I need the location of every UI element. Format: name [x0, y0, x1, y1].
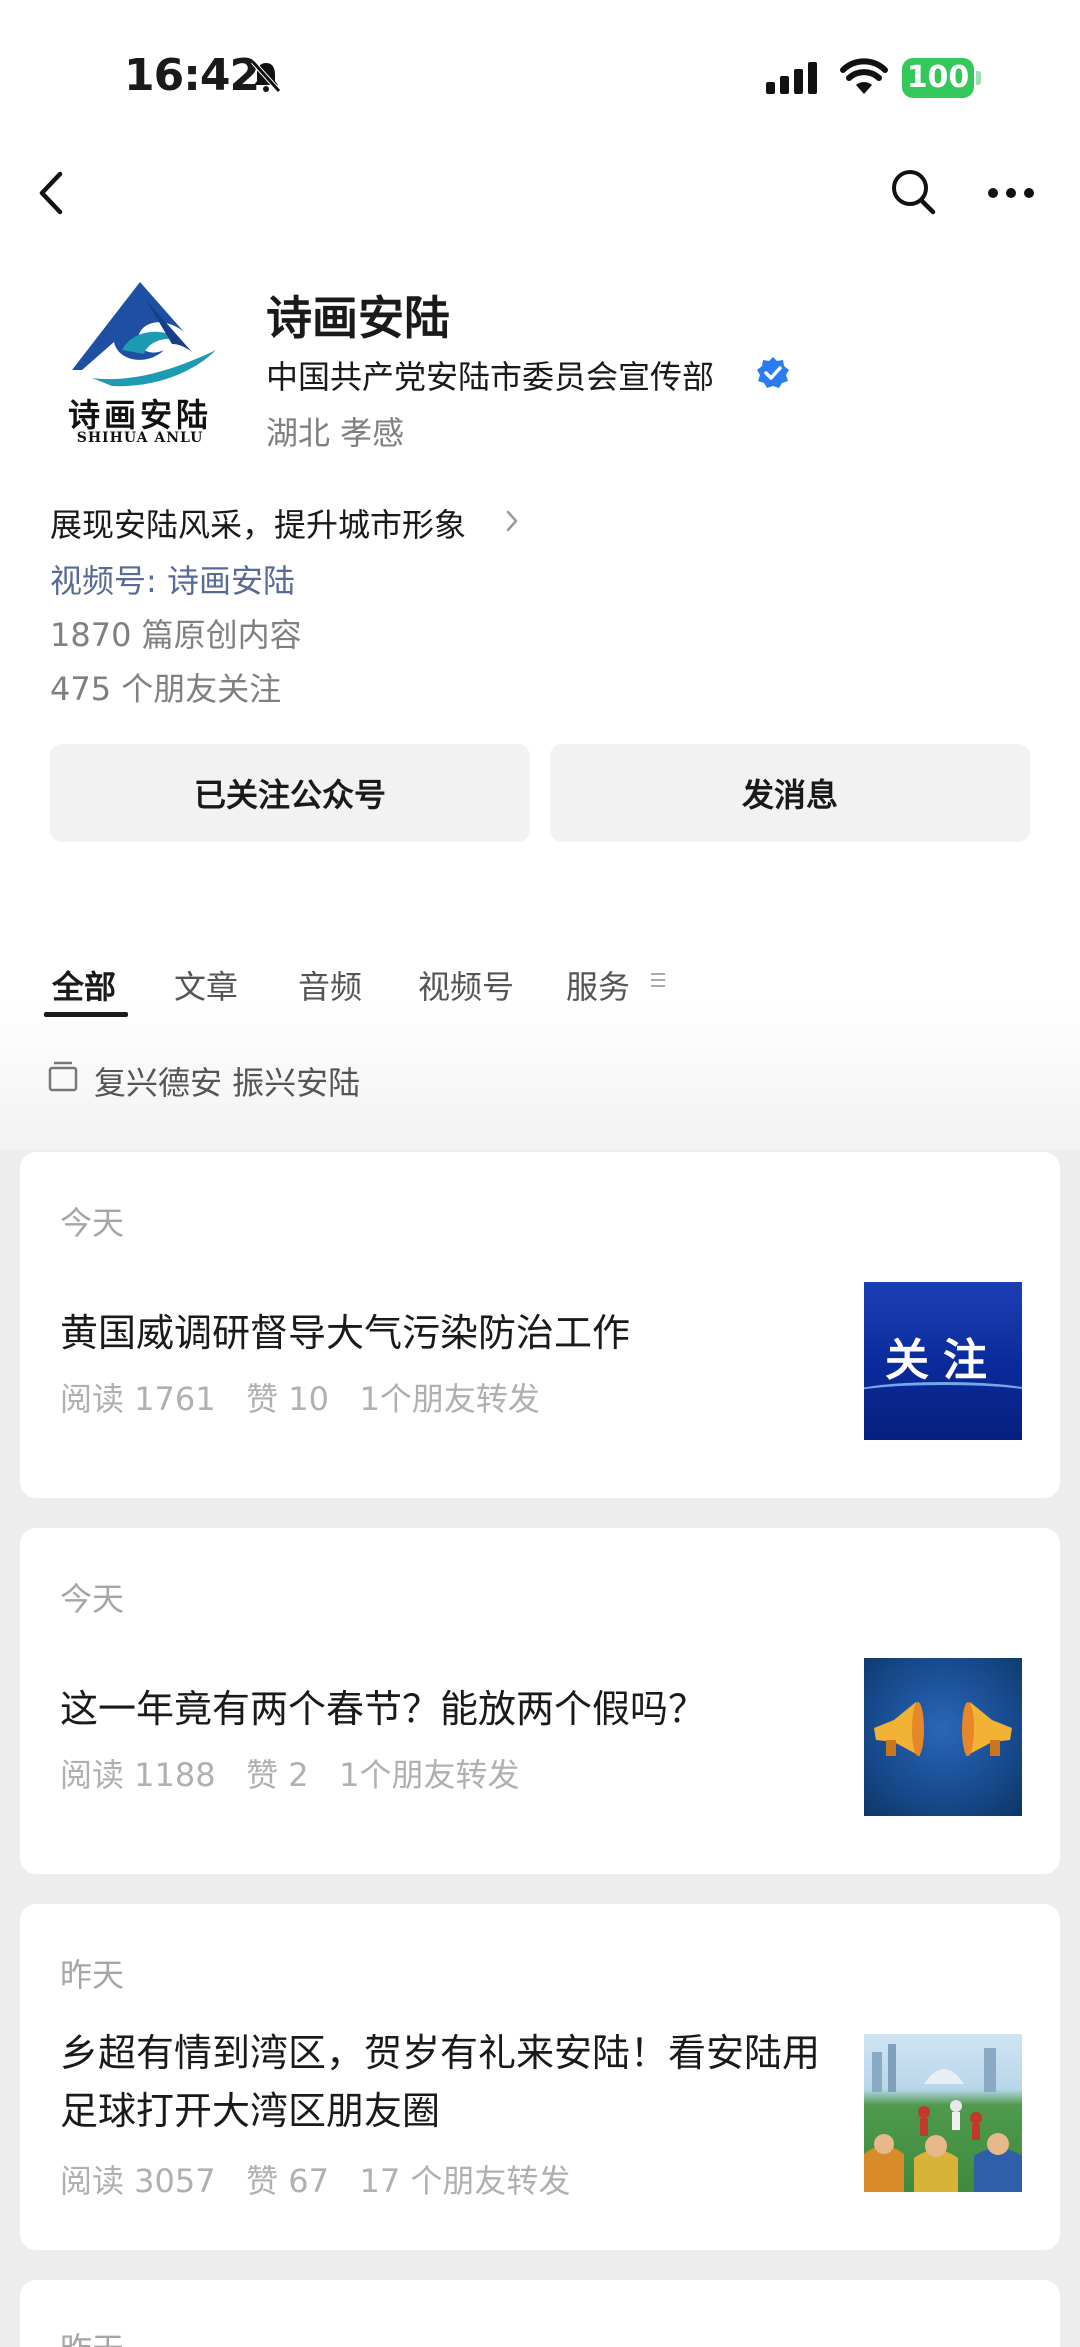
friends-following-count[interactable]: 475 个朋友关注 [50, 664, 281, 710]
tab-video-channel[interactable]: 视频号 [418, 962, 514, 1008]
thumbnail-text: 关注 [885, 1335, 1001, 1386]
article-meta: 阅读 3057 赞 67 17 个朋友转发 [60, 2162, 571, 2200]
tab-all[interactable]: 全部 [52, 962, 116, 1008]
chevron-left-icon[interactable] [30, 166, 74, 220]
active-tab-indicator [44, 1012, 128, 1017]
article-thumbnail[interactable]: 关注 [864, 1282, 1022, 1440]
article-date: 今天 [60, 1580, 125, 1618]
account-owner[interactable]: 中国共产党安陆市委员会宣传部 [266, 352, 714, 398]
search-icon[interactable] [888, 166, 938, 218]
article-title[interactable]: 乡超有情到湾区，贺岁有礼来安陆！看安陆用足球打开大湾区朋友圈 [60, 2024, 840, 2140]
battery-level: 100 [902, 58, 974, 98]
article-title[interactable]: 这一年竟有两个春节？能放两个假吗？ [60, 1680, 840, 1738]
chevron-right-icon[interactable] [504, 508, 520, 534]
article-meta: 阅读 1188 赞 2 1个朋友转发 [60, 1756, 520, 1794]
logo-caption-en: SHIHUA ANLU [76, 430, 204, 446]
tab-services[interactable]: 服务 [566, 962, 630, 1008]
megaphone-icon [874, 1702, 1012, 1756]
football-scene-icon [864, 2044, 1022, 2192]
article-date: 昨天 [60, 2324, 124, 2347]
article-title[interactable]: 黄国威调研督导大气污染防治工作 [60, 1304, 840, 1362]
article-date: 昨天 [60, 1956, 125, 1994]
article-thumbnail[interactable] [864, 2034, 1022, 2192]
article-meta: 阅读 1761 赞 10 1个朋友转发 [60, 1380, 540, 1418]
send-message-button[interactable]: 发消息 [550, 744, 1030, 842]
article-card[interactable]: 今天 黄国威调研督导大气污染防治工作 阅读 1761 赞 10 1个朋友转发 关… [20, 1152, 1060, 1498]
article-card[interactable]: 昨天 [20, 2280, 1060, 2347]
tab-audio[interactable]: 音频 [298, 962, 362, 1008]
more-horizontal-icon[interactable] [986, 186, 1036, 200]
cellular-signal-icon [766, 62, 817, 94]
account-name: 诗画安陆 [266, 291, 450, 345]
tab-articles[interactable]: 文章 [174, 962, 238, 1008]
article-card[interactable]: 今天 这一年竟有两个春节？能放两个假吗？ 阅读 1188 赞 2 1个朋友转发 [20, 1528, 1060, 1874]
battery-indicator: 100 [902, 58, 982, 98]
video-channel-link[interactable]: 视频号: 诗画安陆 [50, 556, 295, 602]
logo-mark-icon [72, 282, 216, 387]
status-time: 16:42 [124, 50, 260, 101]
album-label[interactable]: 复兴德安 振兴安陆 [94, 1058, 360, 1104]
article-card[interactable]: 昨天 乡超有情到湾区，贺岁有礼来安陆！看安陆用足球打开大湾区朋友圈 阅读 305… [20, 1904, 1060, 2250]
account-location: 湖北 孝感 [266, 414, 405, 452]
followed-button[interactable]: 已关注公众号 [50, 744, 530, 842]
album-icon [48, 1061, 78, 1092]
account-description[interactable]: 展现安陆风采，提升城市形象 [50, 500, 466, 546]
original-content-count: 1870 篇原创内容 [50, 616, 302, 654]
menu-lines-icon[interactable] [650, 970, 666, 990]
article-date: 今天 [60, 1204, 125, 1242]
verified-badge-icon [757, 357, 789, 388]
wifi-icon [840, 58, 888, 94]
bell-muted-icon [251, 60, 281, 93]
account-logo: 诗画安陆 SHIHUA ANLU [52, 270, 228, 450]
article-thumbnail[interactable] [864, 1658, 1022, 1816]
